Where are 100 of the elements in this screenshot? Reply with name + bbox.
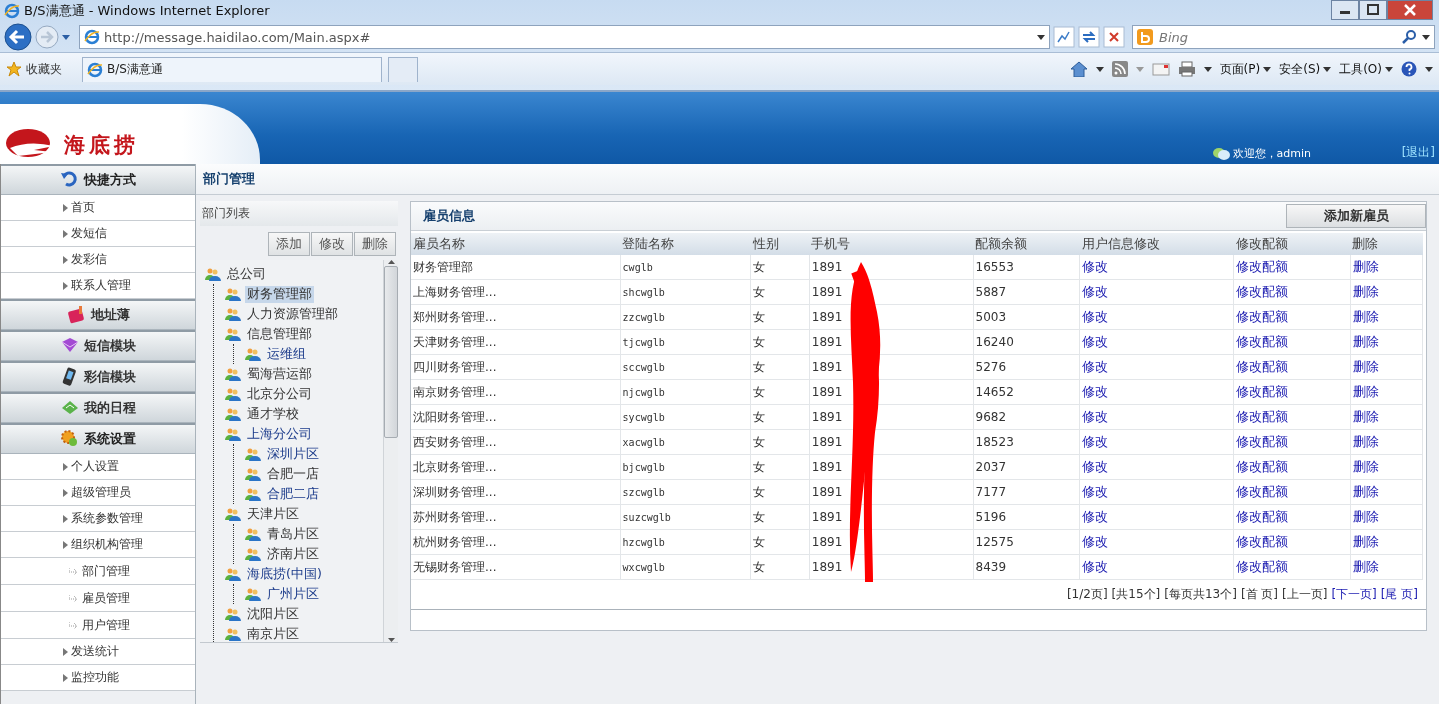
nav-group-header[interactable]: 快捷方式: [1, 164, 195, 195]
action-link[interactable]: 修改配额: [1233, 529, 1351, 555]
tree-node[interactable]: 蜀海营运部: [245, 365, 314, 383]
nav-item[interactable]: 首页: [1, 195, 195, 221]
help-icon[interactable]: [1401, 61, 1417, 77]
nav-subitem[interactable]: 部门管理: [1, 558, 195, 585]
action-link[interactable]: 删除: [1350, 379, 1423, 405]
tree-node[interactable]: 合肥一店: [265, 465, 321, 483]
action-link[interactable]: 删除: [1350, 454, 1423, 480]
back-icon[interactable]: [4, 23, 32, 51]
favorites-button[interactable]: 收藏夹: [6, 60, 76, 78]
logout-link[interactable]: [退出]: [1401, 144, 1435, 161]
nav-item[interactable]: 联系人管理: [1, 273, 195, 299]
action-link[interactable]: 修改配额: [1233, 279, 1351, 305]
action-link[interactable]: 修改配额: [1233, 479, 1351, 505]
nav-item[interactable]: 个人设置: [1, 454, 195, 480]
caret-icon[interactable]: [1425, 66, 1433, 72]
toolbar-button[interactable]: 修改: [311, 232, 353, 256]
action-link[interactable]: 修改: [1079, 504, 1234, 530]
address-field[interactable]: http://message.haidilao.com/Main.aspx#: [79, 25, 1050, 49]
action-link[interactable]: 修改: [1079, 479, 1234, 505]
caret-icon[interactable]: [1422, 34, 1430, 40]
action-link[interactable]: 删除: [1350, 479, 1423, 505]
action-link[interactable]: 修改配额: [1233, 504, 1351, 530]
tree-node[interactable]: 人力资源管理部: [245, 305, 340, 323]
nav-group-header[interactable]: 我的日程: [1, 392, 195, 423]
menu-button[interactable]: 工具(O): [1339, 60, 1393, 78]
tree-node[interactable]: 沈阳片区: [245, 605, 301, 623]
feed-icon[interactable]: [1111, 61, 1128, 77]
action-link[interactable]: 删除: [1350, 304, 1423, 330]
nav-item[interactable]: 组织机构管理: [1, 532, 195, 558]
browser-tab[interactable]: B/S满意通: [82, 56, 382, 82]
tree-node[interactable]: 财务管理部: [245, 285, 314, 303]
action-link[interactable]: 删除: [1350, 529, 1423, 555]
action-link[interactable]: 修改: [1079, 454, 1234, 480]
tree-node[interactable]: 天津片区: [245, 505, 301, 523]
close-icon[interactable]: [1387, 0, 1433, 20]
action-link[interactable]: 修改: [1079, 304, 1234, 330]
pager-link[interactable]: [下一页]: [1331, 586, 1377, 603]
minimize-icon[interactable]: [1331, 0, 1359, 20]
stop-icon[interactable]: [1103, 26, 1125, 48]
tree-node[interactable]: 济南片区: [265, 545, 321, 563]
nav-item[interactable]: 监控功能: [1, 665, 195, 691]
nav-item[interactable]: 发短信: [1, 221, 195, 247]
action-link[interactable]: 删除: [1350, 329, 1423, 355]
tree-node[interactable]: 合肥二店: [265, 485, 321, 503]
tree-node[interactable]: 通才学校: [245, 405, 301, 423]
action-link[interactable]: 修改: [1079, 404, 1234, 430]
action-link[interactable]: 删除: [1350, 404, 1423, 430]
action-link[interactable]: 修改配额: [1233, 454, 1351, 480]
refresh-icon[interactable]: [1078, 26, 1100, 48]
action-link[interactable]: 修改: [1079, 279, 1234, 305]
action-link[interactable]: 删除: [1350, 354, 1423, 380]
action-link[interactable]: 修改: [1079, 329, 1234, 355]
mail-icon[interactable]: [1151, 62, 1170, 76]
pager-link[interactable]: [尾 页]: [1380, 586, 1418, 603]
tree-node[interactable]: 海底捞(中国): [245, 565, 324, 583]
scroll-down-icon[interactable]: [387, 638, 395, 642]
nav-item[interactable]: 超级管理员: [1, 480, 195, 506]
action-link[interactable]: 修改配额: [1233, 255, 1351, 280]
action-link[interactable]: 删除: [1350, 554, 1423, 580]
action-link[interactable]: 修改配额: [1233, 554, 1351, 580]
add-employee-button[interactable]: 添加新雇员: [1286, 204, 1426, 228]
toolbar-button[interactable]: 添加: [268, 232, 310, 256]
scrollbar[interactable]: [383, 260, 398, 642]
nav-item[interactable]: 发送统计: [1, 639, 195, 665]
caret-icon[interactable]: [1095, 66, 1104, 72]
tree-node[interactable]: 总公司: [225, 265, 268, 283]
action-link[interactable]: 修改: [1079, 529, 1234, 555]
action-link[interactable]: 修改配额: [1233, 404, 1351, 430]
tree-node[interactable]: 信息管理部: [245, 325, 314, 343]
nav-group-header[interactable]: 地址薄: [1, 299, 195, 330]
scroll-up-icon[interactable]: [387, 260, 395, 264]
tree-node[interactable]: 北京分公司: [245, 385, 314, 403]
nav-item[interactable]: 系统参数管理: [1, 506, 195, 532]
caret-icon[interactable]: [1037, 34, 1045, 40]
action-link[interactable]: 修改配额: [1233, 304, 1351, 330]
nav-group-header[interactable]: 短信模块: [1, 330, 195, 361]
action-link[interactable]: 删除: [1350, 504, 1423, 530]
action-link[interactable]: 修改: [1079, 255, 1234, 280]
nav-item[interactable]: 发彩信: [1, 247, 195, 273]
action-link[interactable]: 删除: [1350, 279, 1423, 305]
action-link[interactable]: 修改配额: [1233, 379, 1351, 405]
tree-node[interactable]: 深圳片区: [265, 445, 321, 463]
action-link[interactable]: 删除: [1350, 429, 1423, 455]
action-link[interactable]: 修改: [1079, 379, 1234, 405]
tree-node[interactable]: 青岛片区: [265, 525, 321, 543]
home-icon[interactable]: [1069, 61, 1088, 77]
search-field[interactable]: Bing: [1132, 25, 1435, 49]
tree-node[interactable]: 上海分公司: [245, 425, 314, 443]
printer-icon[interactable]: [1177, 61, 1196, 77]
maximize-icon[interactable]: [1359, 0, 1387, 20]
action-link[interactable]: 修改配额: [1233, 354, 1351, 380]
action-link[interactable]: 修改配额: [1233, 329, 1351, 355]
action-link[interactable]: 修改: [1079, 429, 1234, 455]
search-icon[interactable]: [1402, 30, 1416, 44]
tree-node[interactable]: 广州片区: [265, 585, 321, 603]
action-link[interactable]: 删除: [1350, 255, 1423, 280]
caret-icon[interactable]: [1203, 66, 1212, 72]
menu-button[interactable]: 页面(P): [1219, 60, 1272, 78]
